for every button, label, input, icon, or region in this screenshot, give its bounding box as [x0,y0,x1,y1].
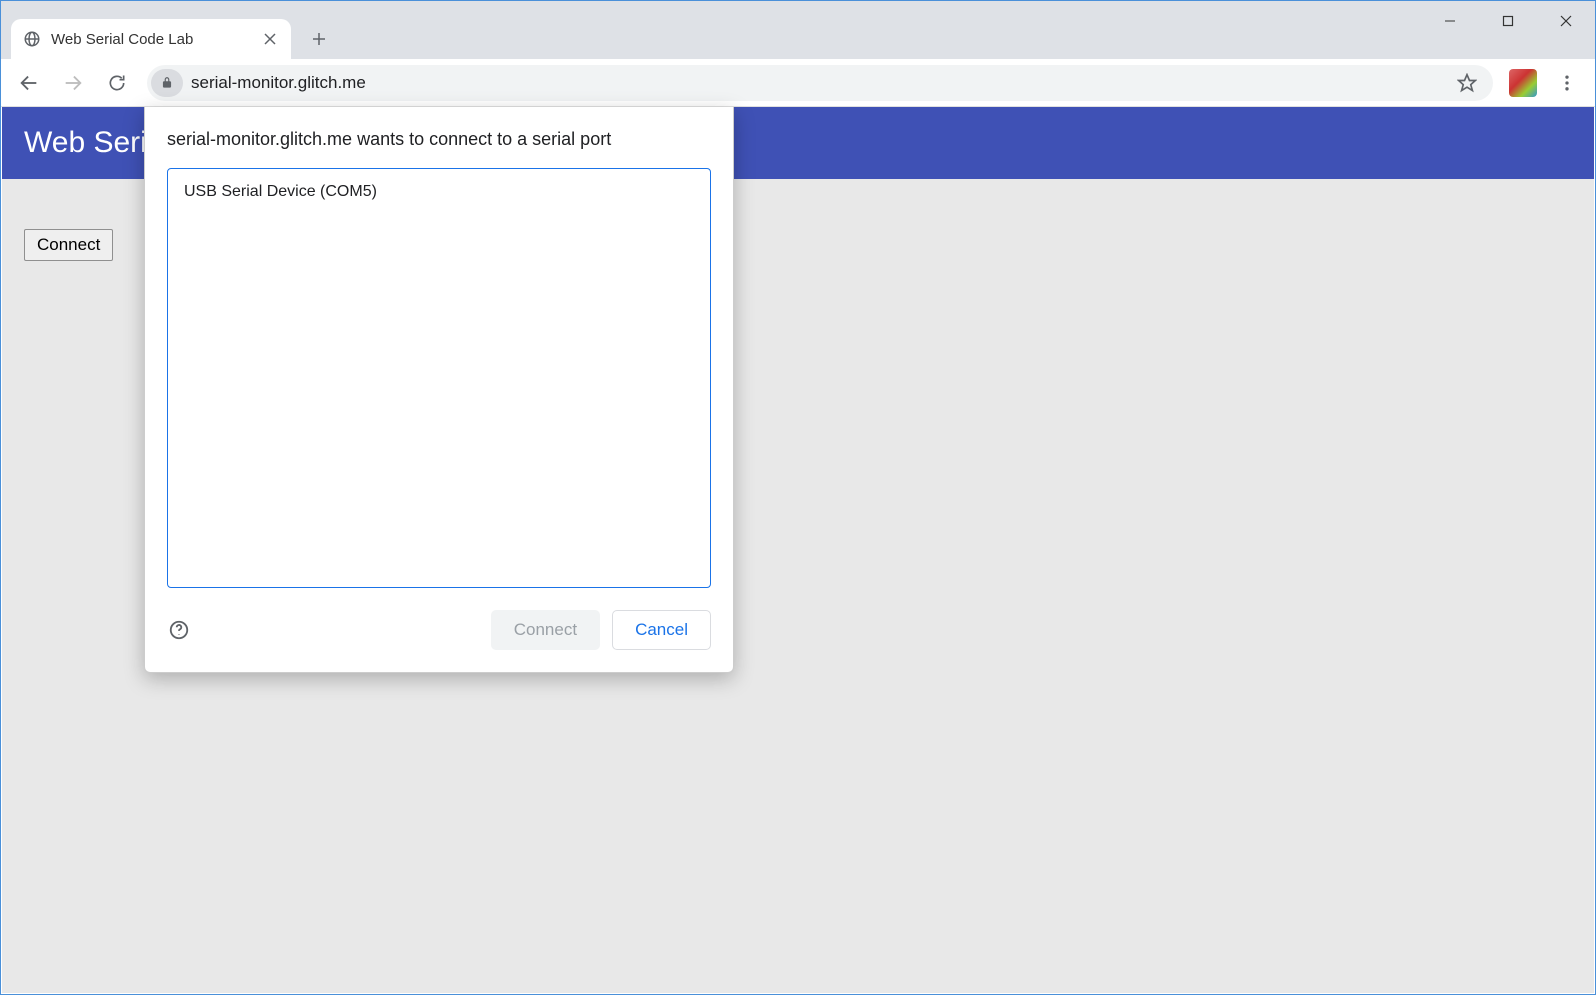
dialog-cancel-button[interactable]: Cancel [612,610,711,650]
window-controls [1421,1,1595,41]
titlebar [1,1,1595,11]
device-list-item[interactable]: USB Serial Device (COM5) [168,175,710,209]
dialog-title: serial-monitor.glitch.me wants to connec… [167,129,711,150]
window-maximize-button[interactable] [1479,1,1537,41]
tab-strip: Web Serial Code Lab [1,11,1595,59]
globe-icon [23,30,41,48]
window-close-button[interactable] [1537,1,1595,41]
bookmark-star-icon[interactable] [1449,65,1485,101]
dialog-footer: Connect Cancel [167,610,711,650]
page-viewport: Web Serial Connect serial-monitor.glitch… [2,107,1594,993]
tab-title: Web Serial Code Lab [51,31,251,48]
lock-icon[interactable] [151,69,183,97]
serial-port-dialog: serial-monitor.glitch.me wants to connec… [144,107,734,673]
back-button[interactable] [9,63,49,103]
device-list[interactable]: USB Serial Device (COM5) [167,168,711,588]
browser-menu-button[interactable] [1547,63,1587,103]
new-tab-button[interactable] [301,21,337,57]
tab-close-button[interactable] [261,30,279,48]
browser-toolbar: serial-monitor.glitch.me [1,59,1595,107]
extension-icon[interactable] [1509,69,1537,97]
dialog-connect-button[interactable]: Connect [491,610,600,650]
window-minimize-button[interactable] [1421,1,1479,41]
page-connect-button[interactable]: Connect [24,229,113,261]
browser-window: Web Serial Code Lab serial-monitor.glitc… [0,0,1596,995]
reload-button[interactable] [97,63,137,103]
browser-tab[interactable]: Web Serial Code Lab [11,19,291,59]
address-bar[interactable]: serial-monitor.glitch.me [147,65,1493,101]
url-text: serial-monitor.glitch.me [191,73,1441,93]
forward-button[interactable] [53,63,93,103]
help-icon[interactable] [167,618,191,642]
